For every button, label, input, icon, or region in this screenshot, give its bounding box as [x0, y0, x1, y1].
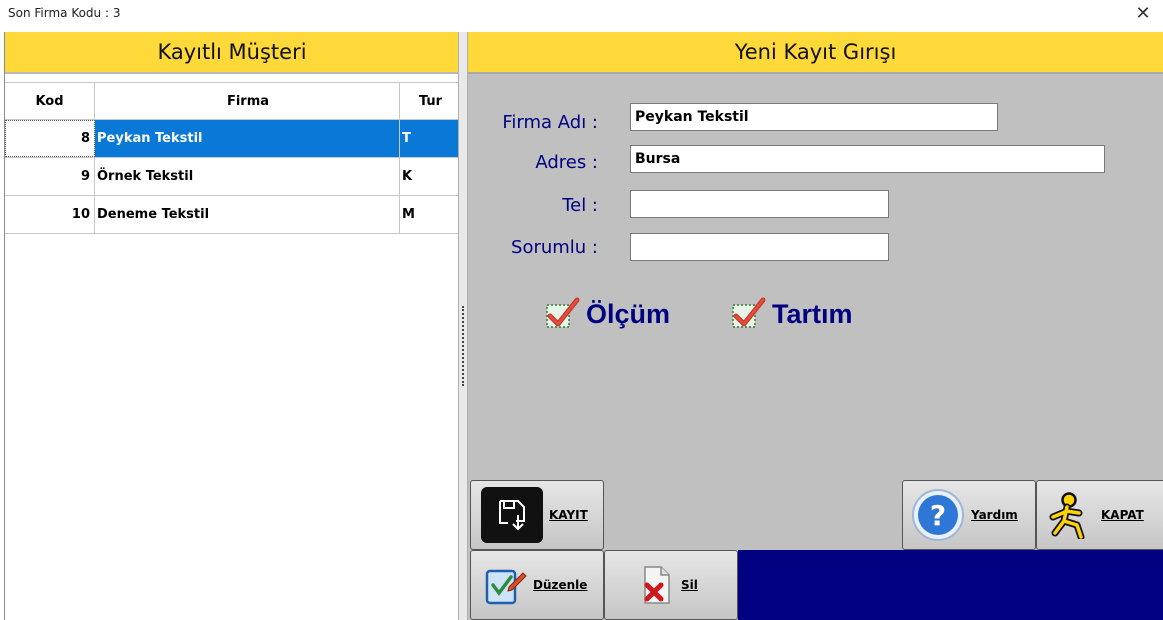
row-firma[interactable]: Örnek Tekstil [95, 158, 400, 195]
row-tur[interactable]: T [400, 120, 459, 157]
duzenle-button[interactable]: Düzenle [470, 550, 604, 620]
splitter-grip[interactable] [462, 306, 466, 386]
floppy-save-icon [481, 487, 543, 543]
title-bar: Son Firma Kodu : 3 ✕ [0, 0, 1163, 32]
customer-grid: Kod Firma Tur 8 Peykan Tekstil T 9 Örnek… [5, 82, 459, 234]
adres-input[interactable] [630, 145, 1105, 173]
olcum-label: Ölçüm [586, 298, 671, 329]
kayit-label: KAYIT [549, 508, 588, 522]
sil-button[interactable]: Sil [604, 550, 738, 620]
tartim-checkbox[interactable]: Tartım [730, 296, 853, 332]
svg-text:?: ? [930, 499, 946, 532]
row-tur[interactable]: M [400, 196, 459, 233]
customer-list-header: Kayıtlı Müşteri [5, 32, 459, 74]
edit-icon [483, 563, 527, 607]
yardim-button[interactable]: ? Yardım [902, 480, 1036, 550]
running-man-icon [1047, 491, 1091, 539]
sorumlu-label: Sorumlu : [511, 237, 598, 258]
new-record-panel: Yeni Kayıt Gırışı Firma Adı : Adres : Te… [468, 32, 1163, 620]
firma-adi-input[interactable] [630, 103, 998, 131]
row-firma[interactable]: Peykan Tekstil [95, 120, 400, 157]
panel-splitter[interactable] [458, 32, 468, 620]
firma-label: Firma Adı : [502, 112, 598, 133]
table-row[interactable]: 10 Deneme Tekstil M [5, 196, 459, 234]
kapat-button[interactable]: KAPAT [1036, 480, 1163, 550]
table-row[interactable]: 9 Örnek Tekstil K [5, 158, 459, 196]
duzenle-label: Düzenle [533, 578, 588, 592]
window-title: Son Firma Kodu : 3 [8, 6, 121, 20]
column-header-kod[interactable]: Kod [5, 83, 95, 119]
kayit-button[interactable]: KAYIT [470, 480, 604, 550]
row-firma[interactable]: Deneme Tekstil [95, 196, 400, 233]
tel-input[interactable] [630, 190, 889, 218]
sorumlu-input[interactable] [630, 233, 889, 261]
sil-label: Sil [681, 578, 698, 592]
olcum-checkbox[interactable]: Ölçüm [544, 296, 670, 332]
row-kod[interactable]: 9 [5, 158, 95, 195]
row-kod[interactable]: 8 [5, 120, 95, 157]
close-icon: ✕ [1135, 2, 1151, 24]
delete-file-icon [639, 565, 675, 605]
checkmark-icon [732, 297, 766, 328]
help-icon: ? [911, 488, 965, 542]
yardim-label: Yardım [971, 508, 1018, 522]
tel-label: Tel : [562, 195, 598, 216]
checkmark-icon [546, 297, 580, 328]
customer-list-panel: Kayıtlı Müşteri Kod Firma Tur 8 Peykan T… [4, 32, 459, 620]
kapat-label: KAPAT [1101, 508, 1144, 522]
column-header-tur[interactable]: Tur [400, 83, 459, 119]
grid-header-row: Kod Firma Tur [5, 82, 459, 120]
adres-label: Adres : [535, 152, 598, 173]
row-tur[interactable]: K [400, 158, 459, 195]
new-record-header: Yeni Kayıt Gırışı [468, 32, 1163, 74]
row-kod[interactable]: 10 [5, 196, 95, 233]
column-header-firma[interactable]: Firma [95, 83, 400, 119]
close-button[interactable]: ✕ [1123, 0, 1163, 26]
status-area [738, 550, 1163, 620]
table-row[interactable]: 8 Peykan Tekstil T [5, 120, 459, 158]
tartim-label: Tartım [772, 298, 853, 329]
